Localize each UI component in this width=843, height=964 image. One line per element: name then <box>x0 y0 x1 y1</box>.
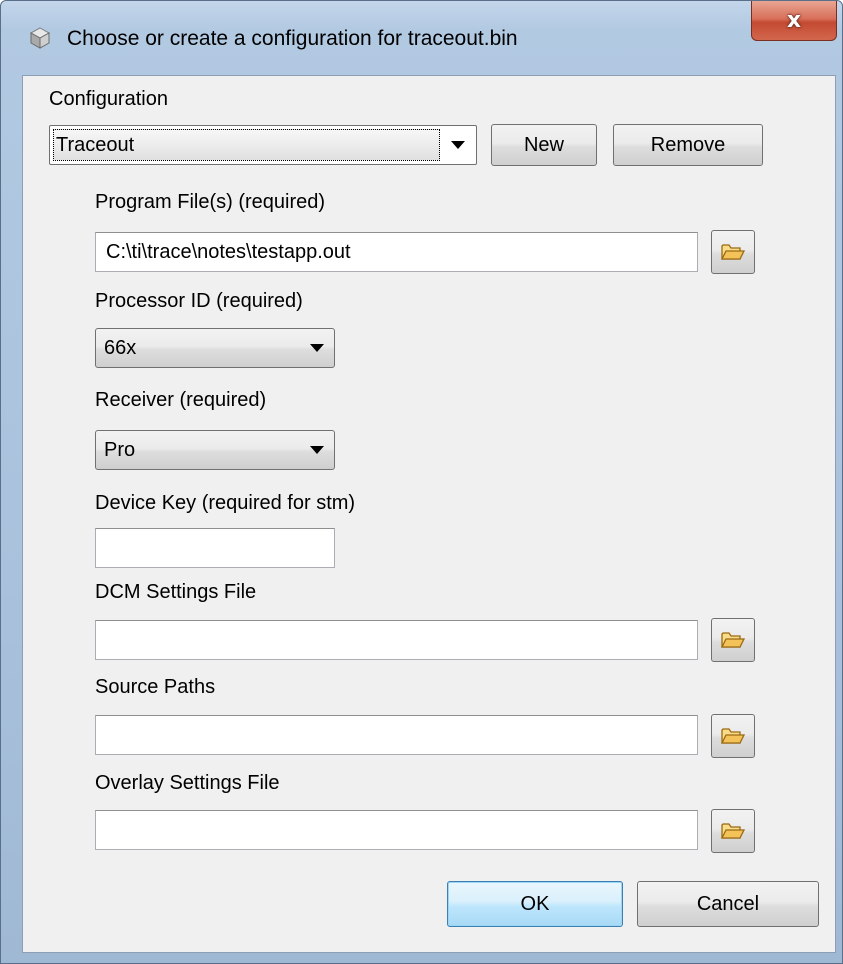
dcm-settings-input[interactable] <box>95 620 698 660</box>
dcm-settings-browse-button[interactable] <box>711 618 755 662</box>
source-paths-label: Source Paths <box>95 676 216 698</box>
open-folder-icon <box>720 632 746 648</box>
window-title: Choose or create a configuration for tra… <box>67 27 518 50</box>
cancel-button[interactable]: Cancel <box>637 881 819 927</box>
processor-id-label: Processor ID (required) <box>95 290 303 312</box>
source-paths-browse-button[interactable] <box>711 714 755 758</box>
remove-button[interactable]: Remove <box>613 124 763 166</box>
overlay-settings-input[interactable] <box>95 810 698 850</box>
close-button[interactable]: x <box>751 1 837 41</box>
chevron-down-icon <box>441 127 475 163</box>
program-files-input[interactable]: C:\ti\trace\notes\testapp.out <box>95 232 698 272</box>
program-files-browse-button[interactable] <box>711 230 755 274</box>
chevron-down-icon <box>310 344 324 352</box>
configuration-select[interactable]: Traceout <box>49 125 477 165</box>
dialog-window: Choose or create a configuration for tra… <box>0 0 843 964</box>
dcm-settings-label: DCM Settings File <box>95 581 257 603</box>
configuration-label: Configuration <box>49 88 168 110</box>
ok-button[interactable]: OK <box>447 881 623 927</box>
program-files-label: Program File(s) (required) <box>95 191 326 213</box>
open-folder-icon <box>720 823 746 839</box>
overlay-settings-label: Overlay Settings File <box>95 772 280 794</box>
title-bar[interactable]: Choose or create a configuration for tra… <box>1 1 842 75</box>
processor-id-selected-value: 66x <box>104 336 137 359</box>
overlay-settings-browse-button[interactable] <box>711 809 755 853</box>
open-folder-icon <box>720 244 746 260</box>
open-folder-icon <box>720 728 746 744</box>
receiver-select[interactable]: Pro <box>95 430 335 470</box>
source-paths-input[interactable] <box>95 715 698 755</box>
receiver-selected-value: Pro <box>104 438 136 461</box>
receiver-label: Receiver (required) <box>95 389 267 411</box>
device-key-label: Device Key (required for stm) <box>95 492 356 514</box>
device-key-input[interactable] <box>95 528 335 568</box>
configuration-selected-value: Traceout <box>53 129 440 161</box>
chevron-down-icon <box>310 446 324 454</box>
app-icon <box>29 27 51 49</box>
new-button[interactable]: New <box>491 124 597 166</box>
processor-id-select[interactable]: 66x <box>95 328 335 368</box>
close-icon: x <box>786 8 802 33</box>
dialog-body: Configuration Traceout New Remove Progra… <box>22 75 836 953</box>
